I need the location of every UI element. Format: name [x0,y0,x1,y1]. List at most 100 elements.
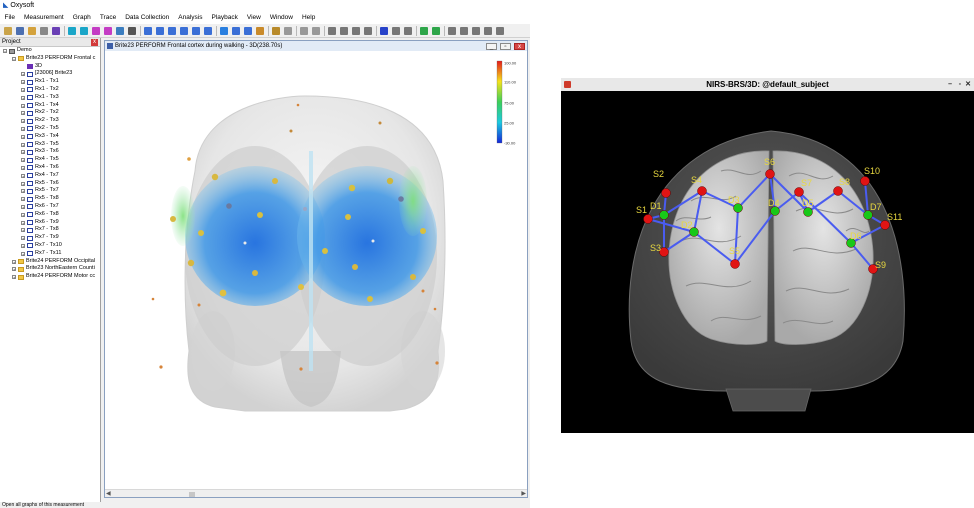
toolbar-folder-icon[interactable] [28,27,36,35]
expand-icon[interactable]: + [21,189,25,194]
expand-icon[interactable]: + [21,134,25,139]
expand-icon[interactable]: + [21,72,25,77]
expand-icon[interactable]: + [21,80,25,85]
toolbar-pos-d-icon[interactable] [364,27,372,35]
detector-marker[interactable] [659,210,669,220]
toolbar-zoom-fit-icon[interactable] [192,27,200,35]
toolbar-marker-a-icon[interactable] [92,27,100,35]
toolbar-opt-c-icon[interactable] [472,27,480,35]
collapse-icon[interactable]: − [12,56,16,61]
expand-icon[interactable]: + [21,87,25,92]
tree-item[interactable]: + Rx3 - Tx5 [0,141,100,149]
source-marker[interactable] [730,259,740,269]
toolbar-print-icon[interactable] [40,27,48,35]
source-marker[interactable] [661,188,671,198]
expand-icon[interactable]: + [21,111,25,116]
tree-item[interactable]: + [23006] Brite23 [0,70,100,78]
toolbar-zoom-in-icon[interactable] [144,27,152,35]
toolbar-opt-b-icon[interactable] [460,27,468,35]
toolbar-zoom-y-icon[interactable] [180,27,188,35]
menu-item-file[interactable]: File [0,12,19,24]
scroll-left-icon[interactable]: ◀ [106,490,111,498]
scroll-right-icon[interactable]: ▶ [521,490,526,498]
toolbar-opt-e-icon[interactable] [496,27,504,35]
source-marker[interactable] [765,169,775,179]
nirs-close-button[interactable]: ✕ [965,80,971,89]
tree-item[interactable]: + Brite24 PERFORM Occipital [0,258,100,266]
expand-icon[interactable]: + [12,259,16,264]
expand-icon[interactable]: + [21,165,25,170]
toolbar-filter-a-icon[interactable] [52,27,60,35]
tree-item[interactable]: + Rx6 - Tx9 [0,219,100,227]
toolbar-save-icon[interactable] [16,27,24,35]
tree-item[interactable]: + Rx2 - Tx2 [0,109,100,117]
menu-item-data-collection[interactable]: Data Collection [121,12,174,24]
toolbar-pause-icon[interactable] [392,27,400,35]
toolbar-layout-c-icon[interactable] [256,27,264,35]
expand-icon[interactable]: + [21,212,25,217]
tree-item[interactable]: + Rx4 - Tx6 [0,164,100,172]
tree-item[interactable]: + Rx5 - Tx8 [0,195,100,203]
expand-icon[interactable]: + [21,243,25,248]
toolbar-pos-b-icon[interactable] [340,27,348,35]
toolbar-layout-b-icon[interactable] [244,27,252,35]
expand-icon[interactable]: + [21,197,25,202]
expand-icon[interactable]: + [21,228,25,233]
tree-item[interactable]: + Rx3 - Tx6 [0,148,100,156]
source-marker[interactable] [697,186,707,196]
tree-item[interactable]: − Brite23 PERFORM Frontal c [0,55,100,63]
toolbar-opt-a-icon[interactable] [448,27,456,35]
tree-item[interactable]: + Rx4 - Tx5 [0,156,100,164]
scroll-thumb[interactable] [189,491,195,497]
toolbar-record-a-icon[interactable] [420,27,428,35]
menu-item-view[interactable]: View [242,12,265,24]
toolbar-zoom-all-icon[interactable] [204,27,212,35]
source-marker[interactable] [833,186,843,196]
toolbar-tip-icon[interactable] [272,27,280,35]
toolbar-zoom-x-icon[interactable] [168,27,176,35]
menu-item-playback[interactable]: Playback [207,12,242,24]
toolbar-pos-c-icon[interactable] [352,27,360,35]
horizontal-scrollbar[interactable]: ◀ ▶ [105,489,527,497]
tree-item[interactable]: + Rx7 - Tx9 [0,234,100,242]
tree-item[interactable]: + Brite24 PERFORM Motor cc [0,273,100,281]
source-marker[interactable] [860,176,870,186]
expand-icon[interactable]: + [21,95,25,100]
collapse-icon[interactable]: − [3,49,7,54]
expand-icon[interactable]: + [21,150,25,155]
tree-item[interactable]: + Rx2 - Tx5 [0,125,100,133]
menu-item-help[interactable]: Help [297,12,319,24]
toolbar-list-c-icon[interactable] [312,27,320,35]
expand-icon[interactable]: + [21,204,25,209]
nirs-3d-canvas[interactable]: S1 S2 S3 S4 S5 S6 S7 S8 S9 S10 S11 D1 D2 D3 D4 D5 D6 D7 [561,91,974,433]
expand-icon[interactable]: + [12,275,16,280]
source-marker[interactable] [794,187,804,197]
expand-icon[interactable]: + [21,251,25,256]
toolbar-filter-c-icon[interactable] [80,27,88,35]
expand-icon[interactable]: + [21,119,25,124]
toolbar-filter-b-icon[interactable] [68,27,76,35]
menu-item-window[interactable]: Window [265,12,297,24]
expand-icon[interactable]: + [12,267,16,272]
menu-item-trace[interactable]: Trace [95,12,120,24]
tree-item[interactable]: + Brite23 NorthEastern Counti [0,265,100,273]
expand-icon[interactable]: + [21,142,25,147]
toolbar-open-icon[interactable] [4,27,12,35]
view-minimize-button[interactable]: _ [486,42,497,50]
tree-item[interactable]: 3D [0,63,100,71]
tree-item[interactable]: + Rx1 - Tx1 [0,78,100,86]
expand-icon[interactable]: + [21,181,25,186]
source-marker[interactable] [643,214,653,224]
toolbar-opt-d-icon[interactable] [484,27,492,35]
toolbar-stop-icon[interactable] [404,27,412,35]
tree-item[interactable]: + Rx4 - Tx7 [0,172,100,180]
tree-item[interactable]: + Rx7 - Tx10 [0,242,100,250]
toolbar-list-b-icon[interactable] [300,27,308,35]
3d-head-canvas[interactable]: 100.00 110.00 75.00 25.00 -30.00 [105,51,527,497]
tree-item[interactable]: + Rx1 - Tx4 [0,102,100,110]
toolbar-lock-icon[interactable] [128,27,136,35]
toolbar-pos-a-icon[interactable] [328,27,336,35]
tree-item[interactable]: + Rx5 - Tx6 [0,180,100,188]
toolbar-export-icon[interactable] [116,27,124,35]
project-panel-close-button[interactable]: x [91,39,98,46]
